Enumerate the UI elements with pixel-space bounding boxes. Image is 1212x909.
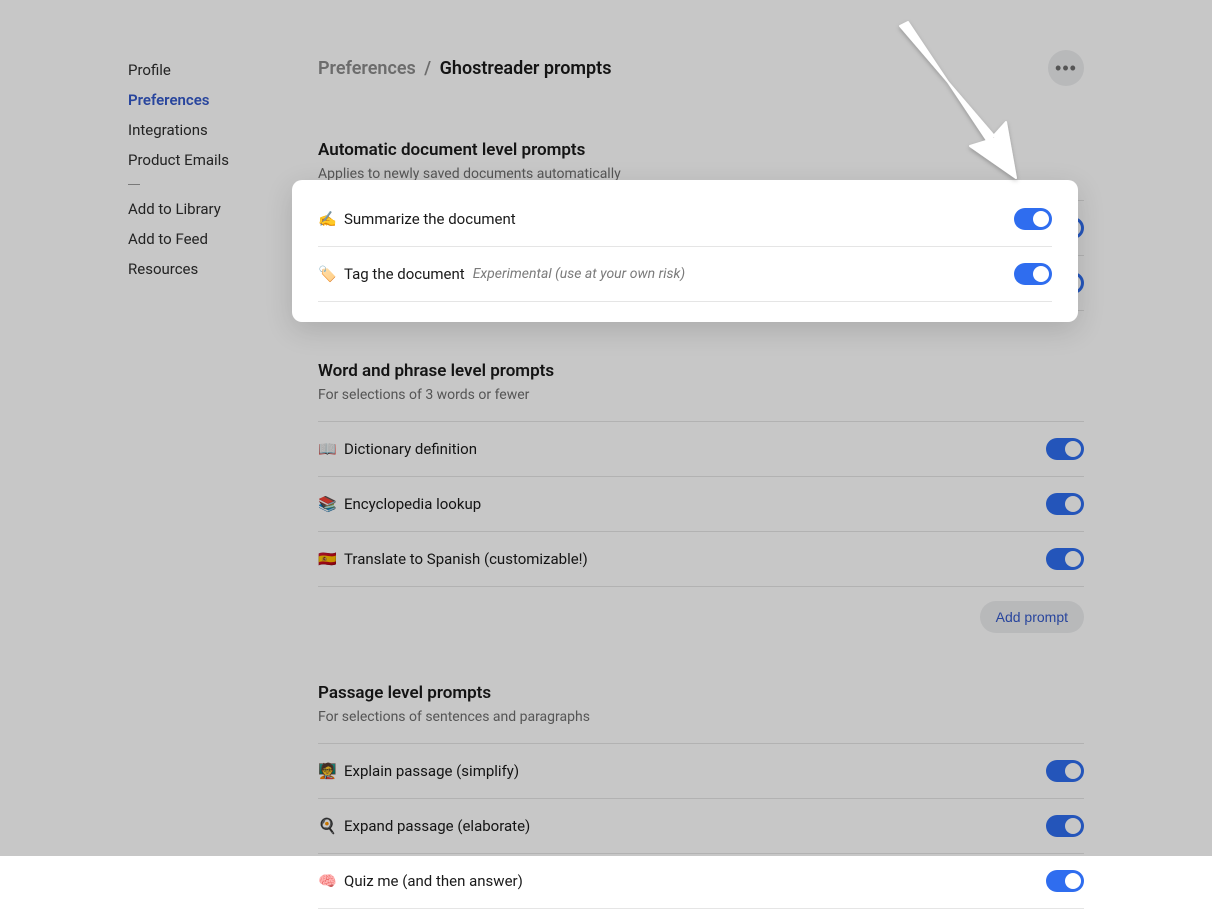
more-button[interactable]: •••	[1048, 50, 1084, 86]
prompt-list-word: 📖 Dictionary definition 📚 Encyclopedia l…	[318, 421, 1084, 587]
section-title: Automatic document level prompts	[318, 140, 1084, 160]
prompt-text: Quiz me (and then answer)	[344, 872, 523, 890]
sidebar-item-preferences[interactable]: Preferences	[128, 85, 290, 115]
prompt-row-translate[interactable]: 🇪🇸 Translate to Spanish (customizable!)	[318, 532, 1084, 587]
label-icon: 🏷️	[318, 265, 336, 283]
prompt-row-explain[interactable]: 🧑‍🏫 Explain passage (simplify)	[318, 744, 1084, 799]
breadcrumb: Preferences / Ghostreader prompts	[318, 58, 611, 79]
sidebar: Profile Preferences Integrations Product…	[0, 0, 290, 856]
books-icon: 📚	[318, 495, 336, 513]
prompt-row-expand[interactable]: 🍳 Expand passage (elaborate)	[318, 799, 1084, 854]
toggle-expand[interactable]	[1046, 815, 1084, 837]
add-prompt-button[interactable]: Add prompt	[980, 601, 1084, 633]
main-content: Preferences / Ghostreader prompts ••• Au…	[290, 0, 1212, 856]
prompt-text: Dictionary definition	[344, 440, 477, 458]
toggle-dictionary[interactable]	[1046, 438, 1084, 460]
toggle-encyclopedia[interactable]	[1046, 493, 1084, 515]
brain-icon: 🧠	[318, 872, 336, 890]
section-subtitle: For selections of 3 words or fewer	[318, 387, 1084, 403]
prompt-label: 🇪🇸 Translate to Spanish (customizable!)	[318, 550, 588, 568]
prompt-label: 🧠 Quiz me (and then answer)	[318, 872, 523, 890]
prompt-label: 🍳 Expand passage (elaborate)	[318, 817, 530, 835]
breadcrumb-parent[interactable]: Preferences	[318, 58, 416, 79]
prompt-row-quiz[interactable]: 🧠 Quiz me (and then answer)	[318, 854, 1084, 909]
prompt-row-summarize-spotlight[interactable]: ✍️ Summarize the document	[318, 192, 1052, 247]
toggle-translate[interactable]	[1046, 548, 1084, 570]
prompt-badge: Experimental (use at your own risk)	[473, 266, 685, 282]
toggle-summarize-spotlight[interactable]	[1014, 208, 1052, 230]
flag-spain-icon: 🇪🇸	[318, 550, 336, 568]
section-subtitle: For selections of sentences and paragrap…	[318, 709, 1084, 725]
prompt-row-encyclopedia[interactable]: 📚 Encyclopedia lookup	[318, 477, 1084, 532]
sidebar-item-resources[interactable]: Resources	[128, 254, 290, 284]
highlight-card: ✍️ Summarize the document 🏷️ Tag the doc…	[292, 180, 1078, 322]
toggle-quiz[interactable]	[1046, 870, 1084, 892]
more-icon: •••	[1055, 58, 1077, 79]
prompt-text: Summarize the document	[344, 210, 516, 228]
section-title: Word and phrase level prompts	[318, 361, 1084, 381]
pan-icon: 🍳	[318, 817, 336, 835]
writing-hand-icon: ✍️	[318, 210, 336, 228]
prompt-row-tag-spotlight[interactable]: 🏷️ Tag the document Experimental (use at…	[318, 247, 1052, 302]
breadcrumb-current: Ghostreader prompts	[440, 58, 612, 79]
section-passage: Passage level prompts For selections of …	[318, 683, 1084, 909]
prompt-label: 📖 Dictionary definition	[318, 440, 477, 458]
prompt-text: Expand passage (elaborate)	[344, 817, 530, 835]
prompt-text: Explain passage (simplify)	[344, 762, 519, 780]
sidebar-item-integrations[interactable]: Integrations	[128, 115, 290, 145]
toggle-tag-spotlight[interactable]	[1014, 263, 1052, 285]
prompt-label: 📚 Encyclopedia lookup	[318, 495, 481, 513]
breadcrumb-sep: /	[424, 58, 431, 79]
sidebar-item-add-to-feed[interactable]: Add to Feed	[128, 224, 290, 254]
prompt-list-passage: 🧑‍🏫 Explain passage (simplify) 🍳 Expand …	[318, 743, 1084, 909]
section-word: Word and phrase level prompts For select…	[318, 361, 1084, 633]
toggle-explain[interactable]	[1046, 760, 1084, 782]
prompt-row-dictionary[interactable]: 📖 Dictionary definition	[318, 422, 1084, 477]
prompt-text: Translate to Spanish (customizable!)	[344, 550, 588, 568]
prompt-label: 🏷️ Tag the document Experimental (use at…	[318, 265, 685, 283]
prompt-text: Encyclopedia lookup	[344, 495, 481, 513]
sidebar-item-add-to-library[interactable]: Add to Library	[128, 194, 290, 224]
sidebar-item-profile[interactable]: Profile	[128, 55, 290, 85]
prompt-label: ✍️ Summarize the document	[318, 210, 516, 228]
teacher-icon: 🧑‍🏫	[318, 762, 336, 780]
prompt-label: 🧑‍🏫 Explain passage (simplify)	[318, 762, 519, 780]
sidebar-item-product-emails[interactable]: Product Emails	[128, 145, 290, 175]
book-icon: 📖	[318, 440, 336, 458]
sidebar-divider	[128, 184, 140, 185]
prompt-text: Tag the document	[344, 265, 465, 283]
section-title: Passage level prompts	[318, 683, 1084, 703]
page-header: Preferences / Ghostreader prompts •••	[318, 50, 1084, 86]
